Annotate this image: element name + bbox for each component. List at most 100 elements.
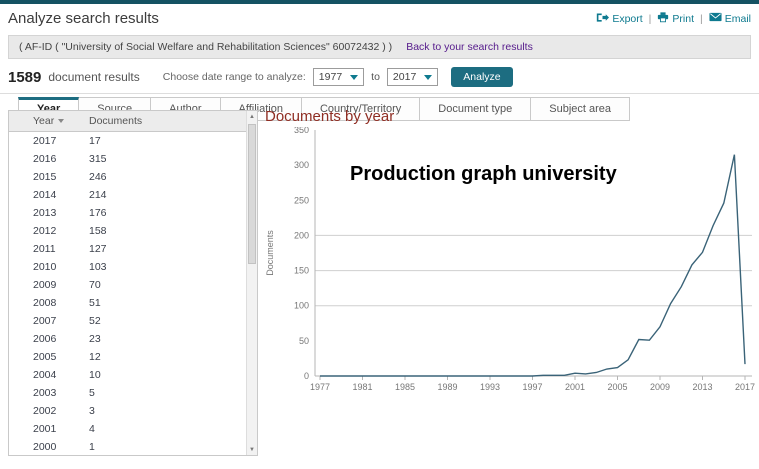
table-row: 201717 [9, 132, 246, 150]
page-title: Analyze search results [8, 10, 159, 27]
to-year-select[interactable]: 2017 [387, 68, 438, 86]
y-axis-label: Documents [265, 230, 275, 276]
year-cell: 2010 [9, 261, 89, 273]
documents-cell: 4 [89, 423, 95, 435]
x-tick-label: 1977 [310, 382, 330, 392]
date-range-label: Choose date range to analyze: [163, 71, 306, 83]
chart-panel: Documents by year 0501001502002503003501… [265, 108, 759, 408]
divider [0, 93, 759, 94]
documents-cell: 70 [89, 279, 101, 291]
y-tick-label: 350 [294, 127, 309, 135]
table-row: 200752 [9, 312, 246, 330]
documents-cell: 1 [89, 441, 95, 453]
to-label: to [371, 71, 380, 83]
header-actions: Export | Print | Email [596, 12, 751, 26]
export-button[interactable]: Export [596, 12, 642, 26]
documents-column-header: Documents [89, 115, 142, 127]
analyze-button[interactable]: Analyze [451, 67, 512, 87]
year-cell: 2005 [9, 351, 89, 363]
chart-title: Documents by year [265, 108, 759, 125]
table-header: Year Documents [9, 111, 257, 132]
table-row: 200512 [9, 348, 246, 366]
print-button[interactable]: Print [657, 12, 694, 26]
documents-cell: 52 [89, 315, 101, 327]
x-tick-label: 2001 [565, 382, 585, 392]
table-row: 20001 [9, 438, 246, 455]
year-cell: 2016 [9, 153, 89, 165]
table-row: 2011127 [9, 240, 246, 258]
sort-icon [58, 119, 64, 123]
query-bar: ( AF-ID ( "University of Social Welfare … [8, 35, 751, 59]
documents-by-year-chart: 0501001502002503003501977198119851989199… [265, 127, 759, 399]
year-cell: 2007 [9, 315, 89, 327]
table-row: 2010103 [9, 258, 246, 276]
table-row: 2016315 [9, 150, 246, 168]
email-button[interactable]: Email [709, 12, 751, 25]
year-cell: 2013 [9, 207, 89, 219]
year-cell: 2012 [9, 225, 89, 237]
table-body: 2017172016315201524620142142013176201215… [9, 132, 246, 455]
documents-cell: 315 [89, 153, 107, 165]
table-row: 200410 [9, 366, 246, 384]
table-row: 20023 [9, 402, 246, 420]
year-column-header[interactable]: Year [9, 115, 89, 127]
table-row: 200970 [9, 276, 246, 294]
email-icon [709, 12, 722, 25]
year-cell: 2014 [9, 189, 89, 201]
year-cell: 2001 [9, 423, 89, 435]
year-table-panel: Year Documents 2017172016315201524620142… [8, 110, 258, 456]
result-count-label: document results [48, 70, 139, 84]
documents-cell: 103 [89, 261, 107, 273]
table-row: 200851 [9, 294, 246, 312]
documents-cell: 23 [89, 333, 101, 345]
y-tick-label: 0 [304, 371, 309, 381]
x-tick-label: 2009 [650, 382, 670, 392]
documents-cell: 17 [89, 135, 101, 147]
year-cell: 2011 [9, 243, 89, 255]
scrollbar-thumb[interactable] [248, 124, 256, 264]
y-tick-label: 300 [294, 160, 309, 170]
year-cell: 2009 [9, 279, 89, 291]
x-tick-label: 1981 [352, 382, 372, 392]
documents-cell: 51 [89, 297, 101, 309]
documents-cell: 214 [89, 189, 107, 201]
year-cell: 2002 [9, 405, 89, 417]
x-tick-label: 1985 [395, 382, 415, 392]
page-header: Analyze search results Export | Print | [0, 4, 759, 31]
x-tick-label: 2017 [735, 382, 755, 392]
documents-cell: 158 [89, 225, 107, 237]
table-row: 20014 [9, 420, 246, 438]
x-tick-label: 1989 [437, 382, 457, 392]
chevron-down-icon [424, 75, 432, 80]
year-cell: 2004 [9, 369, 89, 381]
separator: | [649, 13, 652, 25]
documents-cell: 12 [89, 351, 101, 363]
y-tick-label: 200 [294, 230, 309, 240]
x-tick-label: 1997 [522, 382, 542, 392]
table-scrollbar[interactable]: ▲ ▼ [246, 111, 257, 455]
query-text: ( AF-ID ( "University of Social Welfare … [19, 41, 392, 53]
table-row: 200623 [9, 330, 246, 348]
analyze-results-page: Analyze search results Export | Print | [0, 0, 759, 469]
export-icon [596, 12, 609, 26]
documents-cell: 176 [89, 207, 107, 219]
result-count: 1589 [8, 69, 41, 86]
documents-cell: 3 [89, 405, 95, 417]
year-cell: 2008 [9, 297, 89, 309]
from-year-select[interactable]: 1977 [313, 68, 364, 86]
scroll-down-icon[interactable]: ▼ [247, 444, 257, 455]
trend-line [320, 155, 745, 376]
table-row: 2013176 [9, 204, 246, 222]
table-row: 2015246 [9, 168, 246, 186]
chevron-down-icon [350, 75, 358, 80]
y-tick-label: 150 [294, 266, 309, 276]
year-cell: 2006 [9, 333, 89, 345]
x-tick-label: 2013 [692, 382, 712, 392]
year-cell: 2015 [9, 171, 89, 183]
y-tick-label: 50 [299, 336, 309, 346]
scroll-up-icon[interactable]: ▲ [247, 111, 257, 122]
y-tick-label: 100 [294, 301, 309, 311]
documents-cell: 10 [89, 369, 101, 381]
back-to-results-link[interactable]: Back to your search results [406, 41, 533, 53]
table-row: 20035 [9, 384, 246, 402]
